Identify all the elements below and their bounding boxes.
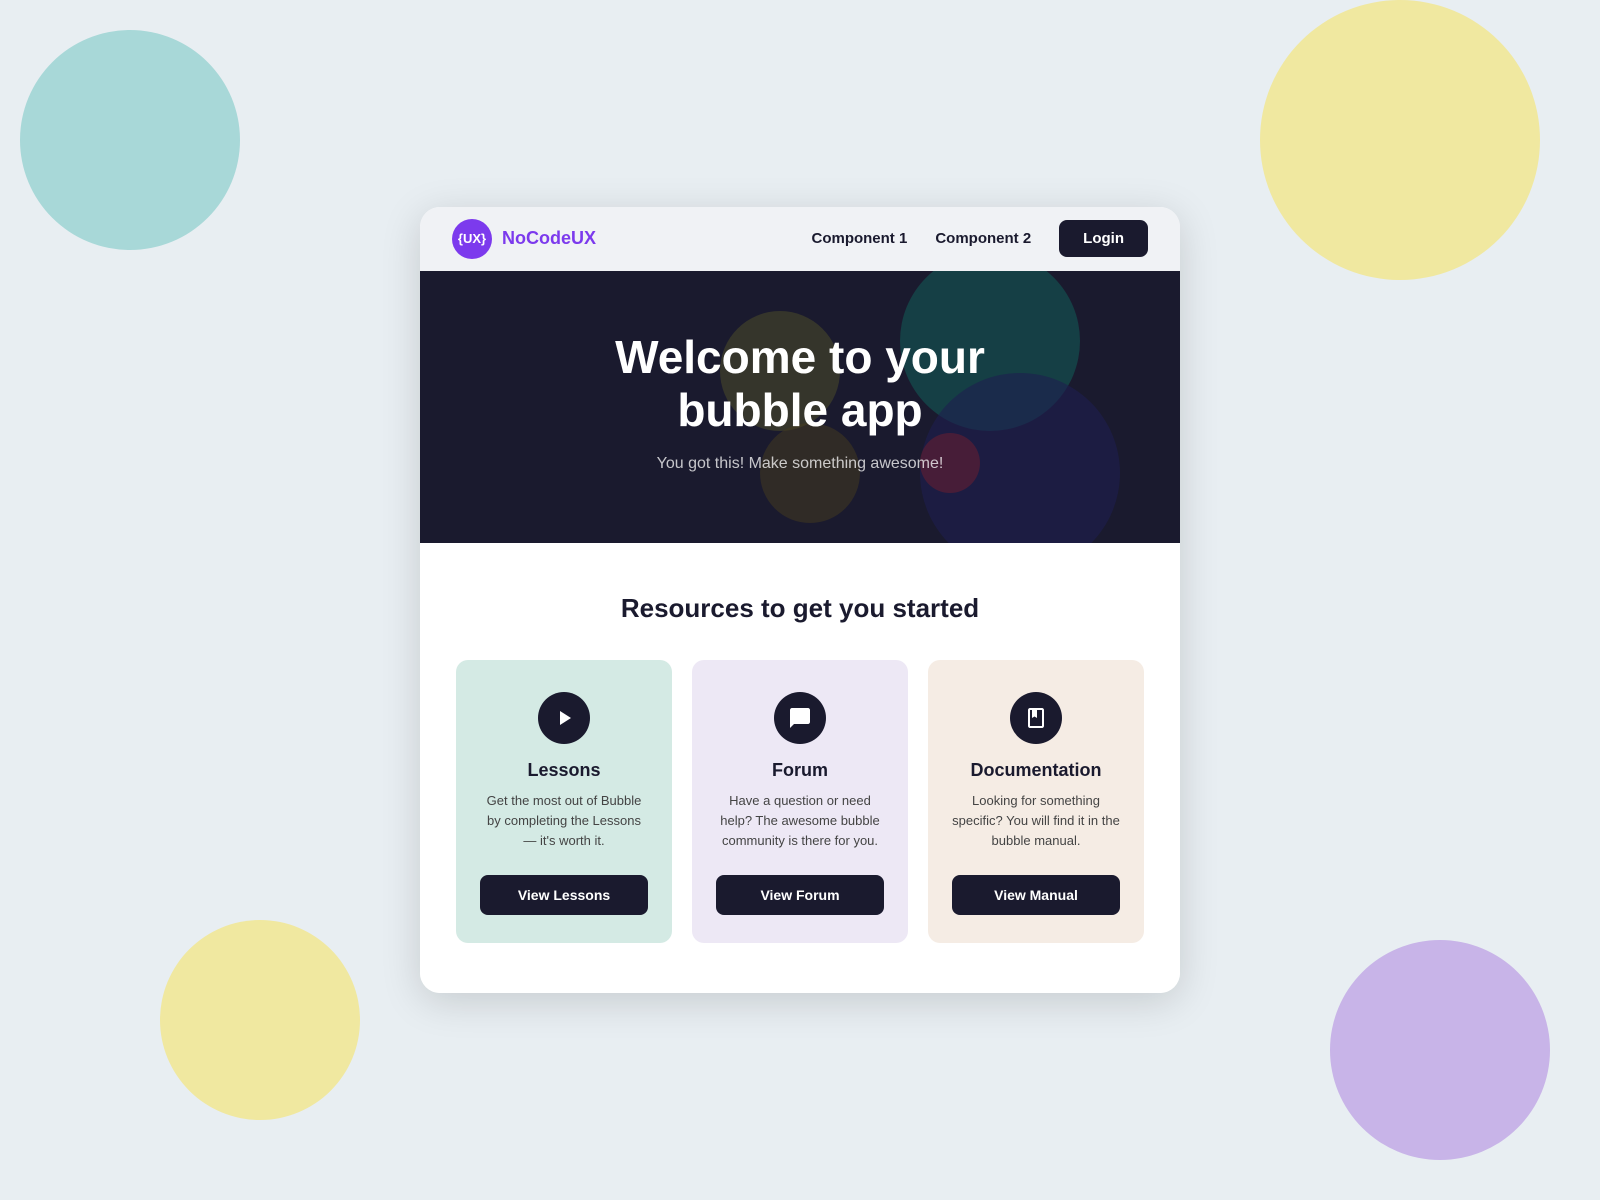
view-lessons-button[interactable]: View Lessons <box>480 875 648 915</box>
hero-title-line1: Welcome to your <box>615 331 985 383</box>
documentation-icon-container <box>1010 692 1062 744</box>
brand-logo: {UX} <box>452 219 492 259</box>
documentation-description: Looking for something specific? You will… <box>952 791 1120 851</box>
lessons-title: Lessons <box>527 760 600 781</box>
brand-logo-text: {UX} <box>458 231 486 246</box>
hero-title: Welcome to your bubble app <box>460 331 1140 437</box>
resources-title: Resources to get you started <box>456 593 1144 624</box>
nav-component2[interactable]: Component 2 <box>935 230 1031 247</box>
book-icon <box>1024 706 1048 730</box>
navbar: {UX} NoCodeUX Component 1 Component 2 Lo… <box>420 207 1180 271</box>
nav-component1[interactable]: Component 1 <box>811 230 907 247</box>
view-manual-button[interactable]: View Manual <box>952 875 1120 915</box>
brand: {UX} NoCodeUX <box>452 219 596 259</box>
documentation-title: Documentation <box>970 760 1101 781</box>
bg-blob-teal <box>20 30 240 250</box>
lessons-card: Lessons Get the most out of Bubble by co… <box>456 660 672 943</box>
brand-name-prefix: NoCode <box>502 228 571 248</box>
brand-name: NoCodeUX <box>502 228 596 249</box>
hero-subtitle: You got this! Make something awesome! <box>460 455 1140 473</box>
bg-blob-yellow <box>1260 0 1540 280</box>
chat-icon <box>788 706 812 730</box>
resources-section: Resources to get you started Lessons Get… <box>420 543 1180 993</box>
documentation-card: Documentation Looking for something spec… <box>928 660 1144 943</box>
forum-icon-container <box>774 692 826 744</box>
play-icon <box>552 706 576 730</box>
bg-blob-purple <box>1330 940 1550 1160</box>
brand-name-suffix: UX <box>571 228 596 248</box>
login-button[interactable]: Login <box>1059 220 1148 257</box>
hero-circle-4 <box>760 423 860 523</box>
navbar-links: Component 1 Component 2 Login <box>811 220 1148 257</box>
hero-section: Welcome to your bubble app You got this!… <box>420 271 1180 543</box>
main-card: {UX} NoCodeUX Component 1 Component 2 Lo… <box>420 207 1180 993</box>
resource-cards-grid: Lessons Get the most out of Bubble by co… <box>456 660 1144 943</box>
hero-title-line2: bubble app <box>677 384 922 436</box>
forum-description: Have a question or need help? The awesom… <box>716 791 884 851</box>
lessons-icon-container <box>538 692 590 744</box>
view-forum-button[interactable]: View Forum <box>716 875 884 915</box>
forum-title: Forum <box>772 760 828 781</box>
bg-blob-yellow2 <box>160 920 360 1120</box>
lessons-description: Get the most out of Bubble by completing… <box>480 791 648 851</box>
forum-card: Forum Have a question or need help? The … <box>692 660 908 943</box>
